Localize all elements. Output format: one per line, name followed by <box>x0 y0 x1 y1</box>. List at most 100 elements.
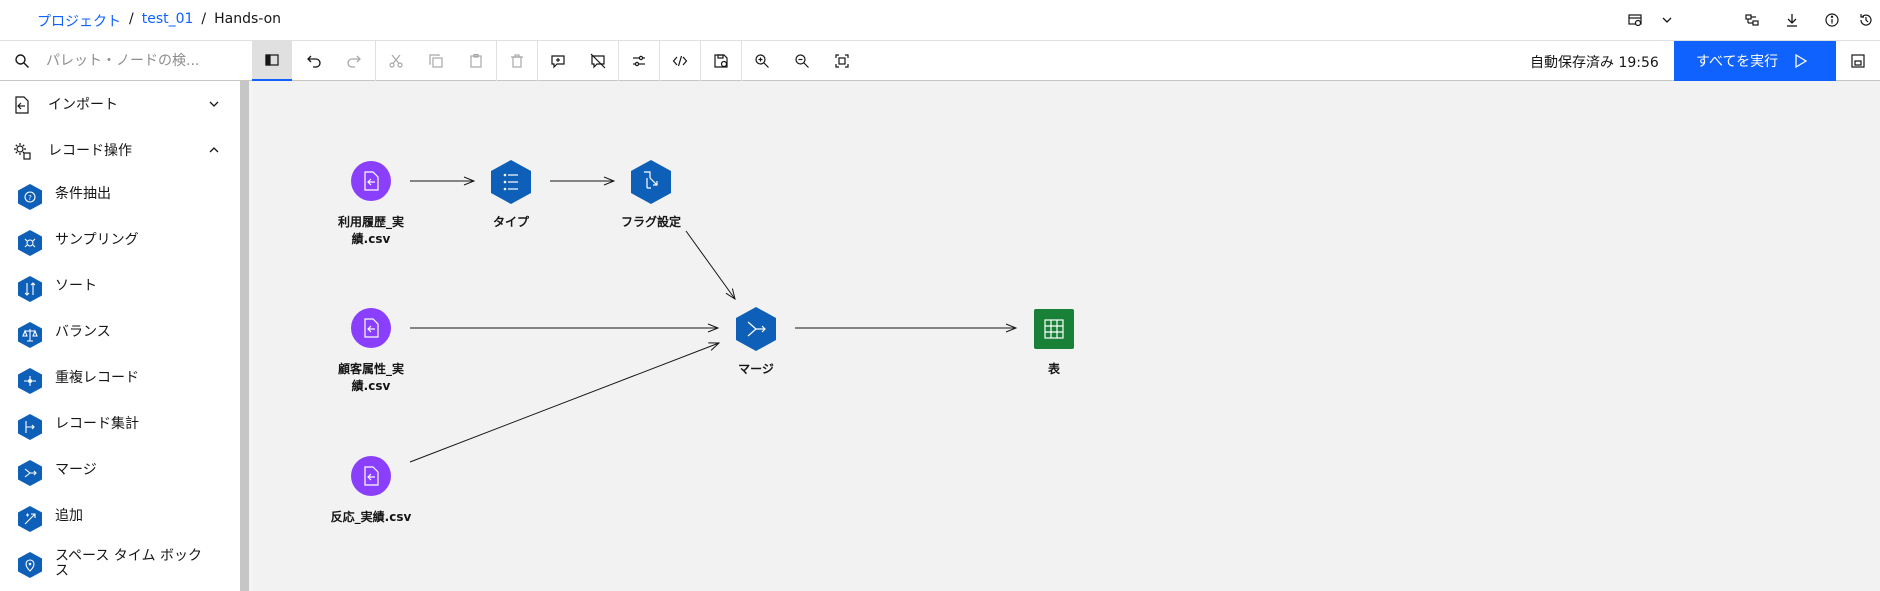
type-icon <box>491 160 531 204</box>
search-icon <box>15 54 29 68</box>
palette-item-label: レコード集計 <box>55 416 139 432</box>
paste-icon <box>470 53 482 68</box>
top-bar: プロジェクト / test_01 / Hands-on <box>0 0 1880 40</box>
link-n7-n5 <box>409 343 719 463</box>
delete-button[interactable] <box>497 41 537 81</box>
palette-scrollbar[interactable] <box>240 81 249 591</box>
table-icon <box>1034 309 1074 349</box>
trash-icon <box>511 54 523 68</box>
zoom-in-button[interactable] <box>742 41 782 81</box>
palette-item-label: 条件抽出 <box>55 186 111 202</box>
info-icon[interactable] <box>1812 0 1852 40</box>
sliders-icon <box>633 55 645 67</box>
palette-item-aggregate[interactable]: レコード集計 <box>0 403 234 449</box>
node-usage-history-csv[interactable]: 利用履歴_実 績.csv <box>338 161 404 246</box>
node-palette: インポート レコード操作 ? 条件抽出 サンプリング ソート バランス 重複レコ… <box>0 81 240 591</box>
save-button[interactable] <box>701 41 741 81</box>
cut-icon <box>389 54 403 68</box>
category-label: インポート <box>48 97 118 113</box>
sort-icon <box>18 276 42 302</box>
breadcrumb-current: Hands-on <box>214 11 282 27</box>
flag-settings-icon <box>631 160 671 204</box>
breadcrumb: プロジェクト / test_01 / Hands-on <box>37 11 281 31</box>
palette-item-label: サンプリング <box>55 232 139 248</box>
import-icon <box>15 96 29 114</box>
svg-text:?: ? <box>28 194 32 202</box>
top-actions <box>1620 0 1880 40</box>
chevron-down-icon[interactable] <box>1650 0 1684 40</box>
code-button[interactable] <box>660 41 700 81</box>
cut-button[interactable] <box>376 41 416 81</box>
canvas-toolbar: 自動保存済み 19:56 すべてを実行 <box>0 40 1880 81</box>
merge-icon <box>18 460 42 486</box>
undo-button[interactable] <box>294 41 334 81</box>
zoom-out-icon <box>795 54 809 68</box>
breadcrumb-test01[interactable]: test_01 <box>142 11 194 31</box>
spacetime-icon <box>18 552 42 578</box>
node-response-csv[interactable]: 反応_実績.csv <box>331 456 411 524</box>
select-icon: ? <box>18 184 42 210</box>
history-icon[interactable] <box>1852 0 1880 40</box>
hide-comments-button[interactable] <box>578 41 618 81</box>
add-comment-button[interactable] <box>538 41 578 81</box>
zoom-out-button[interactable] <box>782 41 822 81</box>
node-customer-attributes-csv[interactable]: 顧客属性_実 績.csv <box>338 308 404 393</box>
toggle-palette-button[interactable] <box>252 41 292 81</box>
category-label: レコード操作 <box>48 143 132 159</box>
copy-icon <box>429 54 443 68</box>
merge-icon <box>736 307 776 351</box>
code-icon <box>672 55 688 67</box>
palette-item-label: スペース タイム ボックス <box>55 548 202 579</box>
node-type[interactable]: タイプ <box>491 160 531 229</box>
flow-settings-icon[interactable] <box>1620 0 1650 40</box>
redo-button[interactable] <box>334 41 374 81</box>
fit-to-screen-button[interactable] <box>822 41 862 81</box>
download-icon[interactable] <box>1772 0 1812 40</box>
palette-item-select[interactable]: ? 条件抽出 <box>0 173 234 219</box>
paste-button[interactable] <box>456 41 496 81</box>
hide-comments-icon <box>590 53 606 69</box>
palette-item-spacetime[interactable]: スペース タイム ボックス <box>0 541 234 587</box>
sample-icon <box>18 230 42 256</box>
run-all-button[interactable]: すべてを実行 <box>1674 41 1836 81</box>
flow-properties-icon[interactable] <box>1732 0 1772 40</box>
breadcrumb-separator: / <box>129 11 134 27</box>
node-merge[interactable]: マージ <box>736 307 776 376</box>
node-label: 表 <box>1047 362 1060 376</box>
palette-item-sort[interactable]: ソート <box>0 265 234 311</box>
palette-item-append[interactable]: 追加 <box>0 495 234 541</box>
breadcrumb-separator: / <box>201 11 207 27</box>
append-icon <box>18 506 42 532</box>
palette-item-label: ソート <box>55 278 97 294</box>
run-all-label: すべてを実行 <box>1696 54 1779 70</box>
palette-item-label: 重複レコード <box>55 370 139 386</box>
minimap-icon <box>1851 54 1865 68</box>
add-comment-icon <box>551 55 565 69</box>
palette-item-sample[interactable]: サンプリング <box>0 219 234 265</box>
balance-icon <box>18 322 42 348</box>
settings-button[interactable] <box>619 41 659 81</box>
palette-item-balance[interactable]: バランス <box>0 311 234 357</box>
palette-item-merge[interactable]: マージ <box>0 449 234 495</box>
copy-button[interactable] <box>416 41 456 81</box>
palette-item-distinct[interactable]: 重複レコード <box>0 357 234 403</box>
flow-canvas[interactable]: 利用履歴_実 績.csv タイプ フラグ設定 顧客属性_実 績.csv マージ … <box>253 81 1880 591</box>
palette-search <box>0 41 252 81</box>
aggregate-icon <box>18 414 42 440</box>
fit-to-screen-icon <box>835 54 849 68</box>
node-table[interactable]: 表 <box>1034 309 1074 376</box>
record-ops-icon <box>14 143 31 160</box>
breadcrumb-project[interactable]: プロジェクト <box>37 11 121 31</box>
category-import[interactable]: インポート <box>0 81 234 127</box>
node-label: 利用履歴_実 績.csv <box>337 215 404 246</box>
node-flag-settings[interactable]: フラグ設定 <box>621 160 681 229</box>
palette-item-label: マージ <box>55 462 97 478</box>
category-record-ops[interactable]: レコード操作 <box>0 127 234 173</box>
sidebar-panel-icon <box>265 54 279 66</box>
node-label: 顧客属性_実 績.csv <box>337 362 404 393</box>
minimap-button[interactable] <box>1836 41 1880 81</box>
distinct-icon <box>18 368 42 394</box>
search-input[interactable] <box>46 49 246 73</box>
node-label: フラグ設定 <box>620 215 681 229</box>
node-label: マージ <box>738 362 774 376</box>
